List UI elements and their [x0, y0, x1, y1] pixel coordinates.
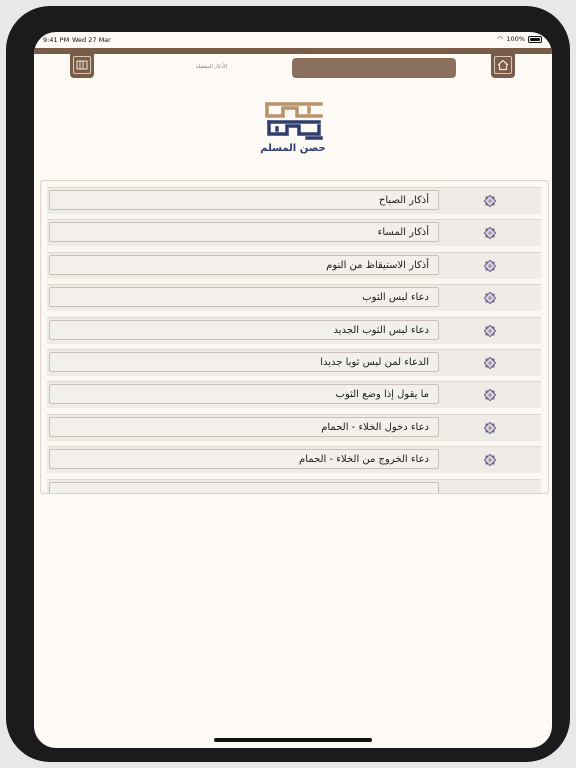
list-item-label-placeholder	[49, 482, 439, 493]
list-item-label: أذكار الاستيقاظ من النوم	[49, 255, 439, 275]
list-item[interactable]: أذكار الصباح	[47, 187, 541, 214]
wifi-icon: ◠	[497, 35, 504, 43]
list-item[interactable]: دعاء لبس الثوب الجديد	[47, 317, 541, 344]
list-item[interactable]: ما يقول إذا وضع الثوب	[47, 381, 541, 408]
star-ornament-icon	[483, 291, 497, 305]
list-item-label: دعاء دخول الخلاء - الحمام	[49, 417, 439, 437]
star-ornament-icon	[483, 421, 497, 435]
battery-icon	[528, 35, 542, 43]
status-time: 9:41 PM	[43, 36, 70, 44]
list-item-label: الدعاء لمن لبس ثوبا جديدا	[49, 352, 439, 372]
app-screen: 9:41 PM Wed 27 Mar ◠ 100% الأذكار المفضل…	[34, 32, 552, 748]
list-item-partial[interactable]	[47, 479, 541, 493]
star-ornament-icon	[483, 356, 497, 370]
list-item-label: أذكار المساء	[49, 222, 439, 242]
star-ornament-icon	[483, 324, 497, 338]
list-item-label: دعاء لبس الثوب	[49, 287, 439, 307]
logo-caption: حصن المسلم	[260, 143, 326, 154]
home-icon	[494, 56, 512, 74]
list-item[interactable]: أذكار المساء	[47, 219, 541, 246]
status-bar: 9:41 PM Wed 27 Mar ◠ 100%	[34, 32, 552, 48]
star-ornament-icon	[483, 388, 497, 402]
list-item[interactable]: الدعاء لمن لبس ثوبا جديدا	[47, 349, 541, 376]
star-ornament-icon	[483, 194, 497, 208]
list-item[interactable]: دعاء لبس الثوب	[47, 284, 541, 311]
star-ornament-icon	[483, 226, 497, 240]
adhkar-list: أذكار الصباح أذكار المساء أذكار الاستيقا…	[40, 180, 549, 494]
page-subtitle: الأذكار المفضلة	[195, 64, 228, 70]
star-ornament-icon	[483, 453, 497, 467]
status-indicators: ◠ 100%	[497, 35, 542, 43]
list-item-label: ما يقول إذا وضع الثوب	[49, 384, 439, 404]
search-bar[interactable]	[292, 58, 456, 78]
home-button[interactable]	[491, 52, 515, 78]
battery-percent: 100%	[506, 35, 525, 43]
list-item[interactable]: دعاء الخروج من الخلاء - الحمام	[47, 446, 541, 473]
device-frame: 9:41 PM Wed 27 Mar ◠ 100% الأذكار المفضل…	[6, 6, 570, 762]
bookmark-book-icon	[73, 56, 91, 74]
list-item[interactable]: أذكار الاستيقاظ من النوم	[47, 252, 541, 279]
header-band	[34, 48, 552, 54]
home-indicator[interactable]	[214, 738, 372, 742]
list-item-label: دعاء الخروج من الخلاء - الحمام	[49, 449, 439, 469]
list-item-label: دعاء لبس الثوب الجديد	[49, 320, 439, 340]
list-item[interactable]: دعاء دخول الخلاء - الحمام	[47, 414, 541, 441]
star-ornament-icon	[483, 259, 497, 273]
status-date: Wed 27 Mar	[72, 36, 111, 44]
list-item-label: أذكار الصباح	[49, 190, 439, 210]
favorites-button[interactable]	[70, 52, 94, 78]
